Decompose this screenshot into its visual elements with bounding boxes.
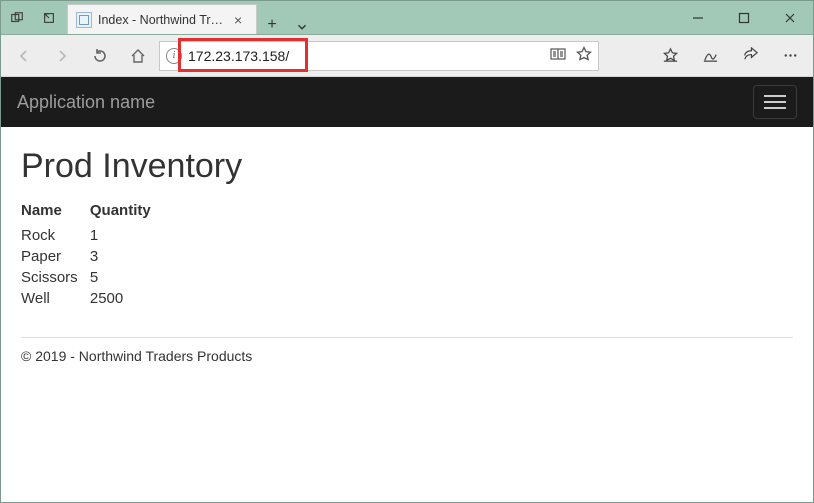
cell-quantity: 1: [90, 225, 179, 246]
share-icon[interactable]: [733, 39, 767, 73]
cell-name: Scissors: [21, 267, 90, 288]
maximize-button[interactable]: [721, 1, 767, 34]
set-aside-tabs-icon[interactable]: [33, 1, 65, 34]
footer-text: © 2019 - Northwind Traders Products: [21, 348, 793, 364]
table-row: Rock 1: [21, 225, 179, 246]
col-name-header: Name: [21, 200, 90, 225]
cell-name: Well: [21, 288, 90, 309]
page-content: Prod Inventory Name Quantity Rock 1 Pape…: [1, 127, 813, 502]
tab-actions-icon[interactable]: [1, 1, 33, 34]
browser-toolbar: i 172.23.173.158/: [1, 35, 813, 77]
tab-favicon: [76, 12, 92, 28]
toolbar-right: [653, 39, 807, 73]
minimize-button[interactable]: [675, 1, 721, 34]
navbar-toggle-button[interactable]: [753, 85, 797, 119]
reading-view-icon[interactable]: [550, 46, 566, 65]
footer-divider: [21, 337, 793, 338]
close-window-button[interactable]: [767, 1, 813, 34]
more-menu-icon[interactable]: [773, 39, 807, 73]
table-row: Paper 3: [21, 246, 179, 267]
cell-name: Paper: [21, 246, 90, 267]
cell-quantity: 3: [90, 246, 179, 267]
window-controls: [675, 1, 813, 34]
inventory-table: Name Quantity Rock 1 Paper 3 Scissors 5: [21, 200, 179, 309]
tab-close-icon[interactable]: ×: [232, 12, 244, 28]
favorite-star-icon[interactable]: [576, 46, 592, 65]
address-url: 172.23.173.158/: [188, 48, 544, 64]
page-heading: Prod Inventory: [21, 147, 793, 186]
table-header-row: Name Quantity: [21, 200, 179, 225]
tab-overflow-icon[interactable]: [287, 20, 317, 34]
back-button[interactable]: [7, 39, 41, 73]
cell-name: Rock: [21, 225, 90, 246]
app-brand[interactable]: Application name: [17, 92, 155, 113]
table-row: Scissors 5: [21, 267, 179, 288]
site-info-icon[interactable]: i: [166, 48, 182, 64]
window-titlebar: Index - Northwind Traders × +: [1, 1, 813, 35]
cell-quantity: 2500: [90, 288, 179, 309]
app-navbar: Application name: [1, 77, 813, 127]
notes-icon[interactable]: [693, 39, 727, 73]
tab-strip: Index - Northwind Traders × +: [67, 1, 317, 34]
new-tab-button[interactable]: +: [257, 16, 287, 34]
browser-tab[interactable]: Index - Northwind Traders ×: [67, 4, 257, 34]
address-bar[interactable]: i 172.23.173.158/: [159, 41, 599, 71]
forward-button[interactable]: [45, 39, 79, 73]
col-quantity-header: Quantity: [90, 200, 179, 225]
home-button[interactable]: [121, 39, 155, 73]
cell-quantity: 5: [90, 267, 179, 288]
table-row: Well 2500: [21, 288, 179, 309]
tab-title: Index - Northwind Traders: [98, 13, 226, 27]
refresh-button[interactable]: [83, 39, 117, 73]
browser-window: Index - Northwind Traders × +: [0, 0, 814, 503]
favorites-list-icon[interactable]: [653, 39, 687, 73]
